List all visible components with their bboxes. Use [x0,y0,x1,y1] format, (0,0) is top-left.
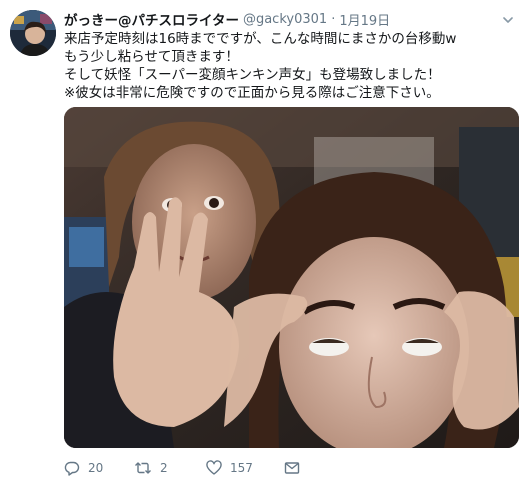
retweet-icon [134,460,152,476]
retweet-button[interactable]: 2 [134,460,206,476]
user-handle[interactable]: @gacky0301 [243,12,327,27]
chevron-down-icon[interactable] [501,12,515,26]
direct-message-button[interactable] [284,460,300,476]
tweet-text: 来店予定時刻は16時までですが、こんな時間にまさかの台移動w もう少し粘らせて頂… [64,30,524,102]
avatar-image [10,10,56,56]
tweet-header: がっきー@パチスロライター @gacky0301 · 1月19日 [64,9,390,30]
envelope-icon [284,460,300,476]
like-button[interactable]: 157 [206,460,284,476]
tweet-actions: 20 2 157 [64,458,300,478]
retweet-count: 2 [160,461,168,475]
like-count: 157 [230,461,253,475]
reply-button[interactable]: 20 [64,460,134,476]
tweet-text-line: ※彼女は非常に危険ですので正面から見る際はご注意下さい。 [64,85,440,101]
reply-icon [64,460,80,476]
display-name[interactable]: がっきー@パチスロライター [64,9,239,29]
tweet-photo[interactable] [64,107,519,448]
reply-count: 20 [88,461,104,475]
tweet: がっきー@パチスロライター @gacky0301 · 1月19日 来店予定時刻は… [0,0,529,484]
tweet-text-line: もう少し粘らせて頂きます！ [64,49,239,65]
avatar[interactable] [10,10,56,56]
heart-icon [206,460,222,476]
tweet-date[interactable]: 1月19日 [339,10,390,29]
photo-image [64,107,519,448]
separator-dot: · [331,11,336,27]
tweet-text-line: そして妖怪「スーパー変顔キンキン声女」も登場致しました！ [64,67,441,83]
tweet-text-line: 来店予定時刻は16時までですが、こんな時間にまさかの台移動w [64,31,457,47]
